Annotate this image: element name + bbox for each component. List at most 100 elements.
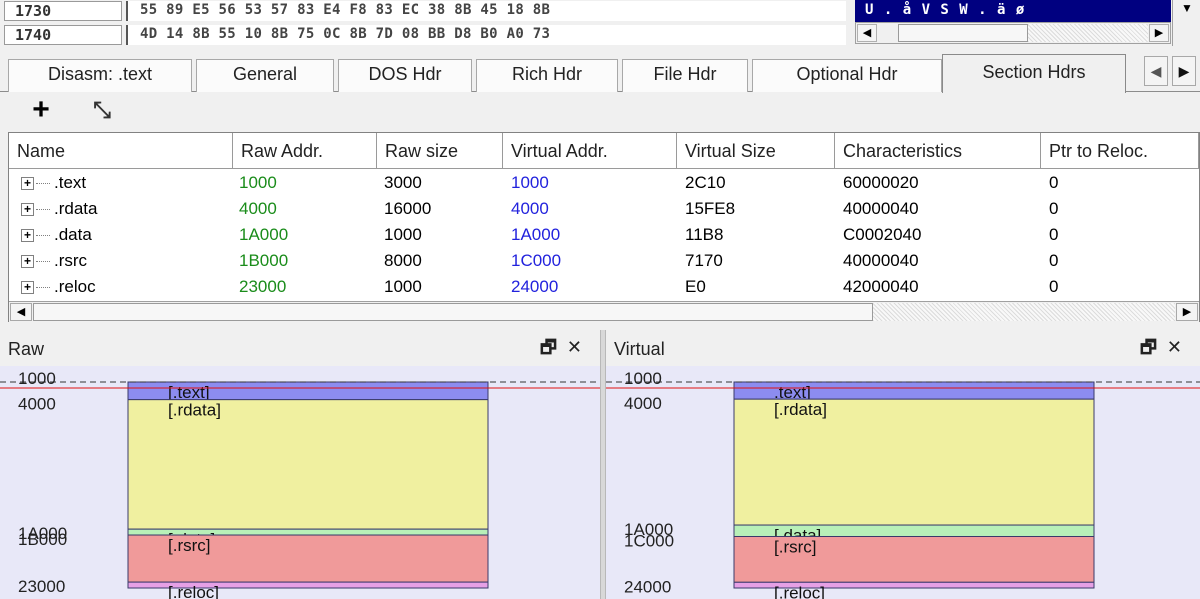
- raw-size-cell: 3000: [384, 173, 422, 192]
- virtual-addr-cell: 24000: [511, 277, 559, 296]
- table-row[interactable]: + .reloc 23000 1000 24000 E0 42000040 0: [9, 274, 1199, 299]
- column-header-name[interactable]: Name: [9, 133, 233, 169]
- tree-connector: [36, 235, 50, 237]
- tab-bar: Disasm: .text General DOS Hdr Rich Hdr F…: [0, 50, 1200, 93]
- characteristics-cell: C0002040: [843, 225, 922, 244]
- address-label: 4000: [18, 395, 56, 414]
- hex-view: 1730 55 89 E5 56 53 57 83 E4 F8 83 EC 38…: [0, 0, 1200, 48]
- virtual-addr-cell: 1000: [511, 173, 549, 192]
- raw-addr-cell: 4000: [239, 199, 277, 218]
- section-headers-table: Name Raw Addr. Raw size Virtual Addr. Vi…: [8, 132, 1200, 322]
- column-header-virtual-size[interactable]: Virtual Size: [677, 133, 835, 169]
- raw-section-map: [.text][.rdata][.data][.rsrc][.reloc]100…: [0, 369, 600, 599]
- section-label: [.reloc]: [168, 583, 219, 599]
- raw-addr-cell: 1B000: [239, 251, 289, 270]
- hex-bytes[interactable]: 4D 14 8B 55 10 8B 75 0C 8B 7D 08 BB D8 B…: [126, 25, 846, 45]
- table-row[interactable]: + .data 1A000 1000 1A000 11B8 C0002040 0: [9, 222, 1199, 247]
- virtual-map-panel: Virtual 🗗✕ .text] [.rdata] [.data] [.rsrc][…: [606, 330, 1200, 599]
- expand-icon[interactable]: +: [21, 229, 34, 243]
- section-name: .data: [54, 225, 92, 244]
- address-label: 23000: [18, 577, 65, 596]
- ptr-reloc-cell: 0: [1049, 277, 1059, 296]
- address-label: 1000: [18, 369, 56, 388]
- raw-size-cell: 1000: [384, 277, 422, 296]
- name-cell: + .rdata: [21, 196, 97, 221]
- tab-optional-hdr[interactable]: Optional Hdr: [752, 59, 942, 92]
- scrollbar-track[interactable]: [1028, 24, 1148, 42]
- column-header-ptr-to-reloc[interactable]: Ptr to Reloc.: [1041, 133, 1199, 169]
- section-label: [.text]: [168, 383, 210, 402]
- table-row[interactable]: + .rsrc 1B000 8000 1C000 7170 40000040 0: [9, 248, 1199, 273]
- column-header-raw-addr[interactable]: Raw Addr.: [233, 133, 377, 169]
- virtual-addr-cell: 1A000: [511, 225, 561, 244]
- tab-scroll-right-icon[interactable]: ▶: [1172, 56, 1196, 86]
- tab-general[interactable]: General: [196, 59, 334, 92]
- expand-icon[interactable]: +: [21, 255, 34, 269]
- tree-connector: [36, 261, 50, 263]
- restore-window-icon[interactable]: 🗗: [540, 337, 567, 357]
- raw-size-cell: 8000: [384, 251, 422, 270]
- tree-connector: [36, 209, 50, 211]
- toolbar: + ⤡: [0, 93, 1200, 129]
- tree-connector: [36, 287, 50, 289]
- scroll-left-icon[interactable]: ◀: [857, 24, 877, 42]
- section-label: [.reloc]: [774, 583, 825, 599]
- address-label: 1000: [624, 369, 662, 388]
- section-label: [.rdata]: [774, 400, 827, 419]
- tab-rich-hdr[interactable]: Rich Hdr: [476, 59, 618, 92]
- hex-vertical-scrollbar[interactable]: ▼: [1172, 0, 1200, 46]
- virtual-addr-cell: 4000: [511, 199, 549, 218]
- column-header-raw-size[interactable]: Raw size: [377, 133, 503, 169]
- close-icon[interactable]: ✕: [567, 337, 592, 357]
- scroll-right-icon[interactable]: ▶: [1176, 303, 1198, 321]
- raw-size-cell: 16000: [384, 199, 432, 218]
- scroll-right-icon[interactable]: ▶: [1149, 24, 1169, 42]
- raw-map-canvas[interactable]: [.text][.rdata][.data][.rsrc][.reloc]100…: [0, 366, 600, 599]
- close-icon[interactable]: ✕: [1167, 337, 1192, 357]
- table-row[interactable]: + .rdata 4000 16000 4000 15FE8 40000040 0: [9, 196, 1199, 221]
- expand-icon[interactable]: +: [21, 203, 34, 217]
- name-cell: + .text: [21, 170, 86, 195]
- characteristics-cell: 40000040: [843, 199, 919, 218]
- section-name: .text: [54, 173, 87, 192]
- virtual-addr-cell: 1C000: [511, 251, 562, 270]
- tab-dos-hdr[interactable]: DOS Hdr: [338, 59, 472, 92]
- column-header-characteristics[interactable]: Characteristics: [835, 133, 1041, 169]
- panel-controls: 🗗✕: [540, 330, 592, 366]
- scrollbar-track[interactable]: [873, 303, 1175, 321]
- panel-title: Virtual: [606, 330, 1200, 366]
- virtual-section-map: .text][.rdata][.data][.rsrc][.reloc]1000…: [606, 369, 1200, 599]
- tab-disasm-text[interactable]: Disasm: .text: [8, 59, 192, 92]
- table-horizontal-scrollbar[interactable]: ◀ ▶: [9, 301, 1199, 322]
- hex-horizontal-scrollbar[interactable]: ◀ ▶: [855, 22, 1171, 44]
- section-name: .rsrc: [54, 251, 88, 270]
- tab-file-hdr[interactable]: File Hdr: [622, 59, 748, 92]
- scrollbar-thumb[interactable]: [898, 24, 1028, 42]
- expand-icon[interactable]: +: [21, 177, 34, 191]
- virtual-map-canvas[interactable]: .text] [.rdata] [.data] [.rsrc] [.reloc] 1000…: [606, 366, 1200, 599]
- column-header-virtual-addr[interactable]: Virtual Addr.: [503, 133, 677, 169]
- scroll-left-icon[interactable]: ◀: [10, 303, 32, 321]
- ptr-reloc-cell: 0: [1049, 173, 1059, 192]
- ptr-reloc-cell: 0: [1049, 225, 1059, 244]
- tab-scroll-left-icon[interactable]: ◀: [1144, 56, 1168, 86]
- panel-title: Raw: [0, 330, 600, 366]
- raw-addr-cell: 1000: [239, 173, 277, 192]
- virtual-size-cell: 2C10: [685, 173, 726, 192]
- restore-window-icon[interactable]: 🗗: [1140, 337, 1167, 357]
- table-row[interactable]: + .text 1000 3000 1000 2C10 60000020 0: [9, 170, 1199, 195]
- plus-icon[interactable]: +: [24, 95, 58, 126]
- ptr-reloc-cell: 0: [1049, 251, 1059, 270]
- hex-bytes[interactable]: 55 89 E5 56 53 57 83 E4 F8 83 EC 38 8B 4…: [126, 1, 846, 21]
- fit-to-window-icon[interactable]: ⤡: [85, 96, 119, 126]
- virtual-size-cell: 15FE8: [685, 199, 736, 218]
- section-label: [.rsrc]: [168, 536, 211, 555]
- tab-section-hdrs[interactable]: Section Hdrs: [942, 54, 1126, 93]
- hex-ascii[interactable]: U . å V S W . ä ø: [855, 0, 1171, 22]
- ptr-reloc-cell: 0: [1049, 199, 1059, 218]
- hex-address: 1740: [4, 25, 122, 45]
- expand-icon[interactable]: +: [21, 281, 34, 295]
- name-cell: + .reloc: [21, 274, 96, 299]
- scroll-down-icon[interactable]: ▼: [1176, 0, 1198, 18]
- scrollbar-thumb[interactable]: [33, 303, 873, 321]
